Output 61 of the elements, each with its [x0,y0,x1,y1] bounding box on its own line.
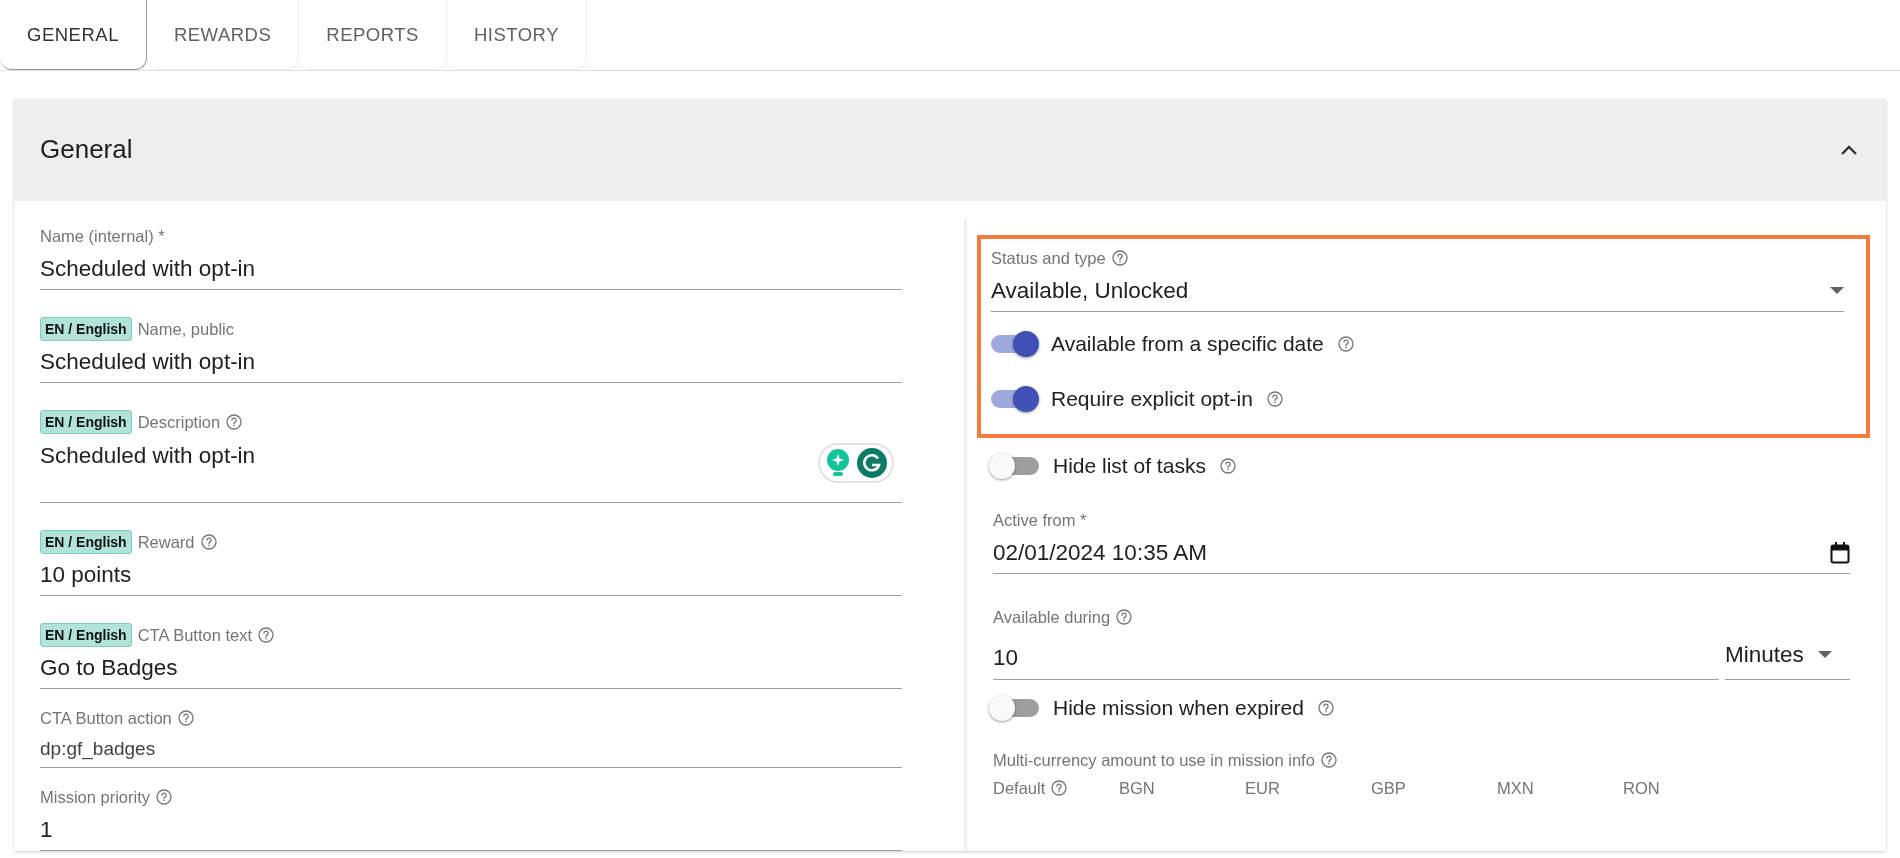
field-value[interactable]: Go to Badges [40,651,178,685]
toggle-label: Hide mission when expired [1053,694,1304,721]
date-time-value[interactable]: 02/01/2024 10:35 AM [993,536,1207,570]
collapse-chevron-icon[interactable] [1840,144,1858,156]
column-header: GBP [1371,777,1407,799]
help-icon[interactable] [1116,609,1133,625]
field-label: Active from * [993,509,1087,531]
help-icon[interactable] [177,710,194,726]
help-icon[interactable] [1051,780,1068,796]
field-value[interactable]: dp:gf_badges [40,734,156,764]
dropdown-arrow-icon[interactable] [1830,287,1844,295]
column-header: MXN [1497,777,1535,799]
column-header: RON [1623,777,1661,799]
tab[interactable]: REWARDS [146,0,300,70]
dropdown-arrow-icon[interactable] [1817,650,1832,659]
field-label: Status and type [991,247,1106,269]
section-title: General [40,134,133,166]
field-label: Available during [993,606,1111,628]
field-label: Multi-currency amount to use in mission info [993,749,1315,771]
language-tag: EN / English [40,410,132,434]
language-tag: EN / English [40,530,132,554]
toggle-label: Require explicit opt-in [1051,385,1253,412]
writing-assistant-widget[interactable] [818,443,894,483]
tab[interactable]: HISTORY [446,0,587,70]
field-label: Name, public [137,318,234,340]
toggle-label: Hide list of tasks [1053,452,1206,479]
field-label: Description [137,411,221,433]
help-icon[interactable] [1317,699,1334,716]
number-field[interactable]: 10 [993,636,1719,680]
language-tag: EN / English [40,623,132,647]
select-field[interactable]: Available, Unlocked [991,271,1844,311]
field-value[interactable]: 10 points [40,558,132,592]
grammar-checker-icon[interactable] [857,448,887,478]
calendar-icon[interactable] [1830,542,1850,564]
column-header: Default [993,777,1046,799]
help-icon[interactable] [226,414,243,430]
help-icon[interactable] [1320,752,1337,768]
help-icon[interactable] [1337,335,1354,352]
help-icon[interactable] [1219,457,1236,474]
help-icon[interactable] [1266,390,1283,407]
section-header[interactable]: General [14,99,1886,201]
tab[interactable]: GENERAL [0,0,147,70]
field-label: Name (internal) * [40,225,165,247]
tab[interactable]: REPORTS [299,0,447,70]
help-icon[interactable] [200,534,217,550]
language-tag: EN / English [40,317,132,341]
help-icon[interactable] [156,789,173,805]
toggle-label: Available from a specific date [1051,330,1324,357]
unit-dropdown[interactable]: Minutes [1725,630,1850,680]
field-value[interactable]: Scheduled with opt-in [40,439,256,473]
field-label: Mission priority [40,786,151,808]
help-icon[interactable] [258,627,275,643]
field-label: Reward [137,531,195,553]
field-label: CTA Button text [137,624,253,646]
column-header: BGN [1119,777,1156,799]
help-icon[interactable] [1111,250,1128,266]
field-value[interactable]: Scheduled with opt-in [40,345,256,379]
field-value[interactable]: Scheduled with opt-in [40,252,256,286]
field-label: CTA Button action [40,707,172,729]
field-value[interactable]: 1 [40,813,53,847]
column-header: EUR [1245,777,1281,799]
